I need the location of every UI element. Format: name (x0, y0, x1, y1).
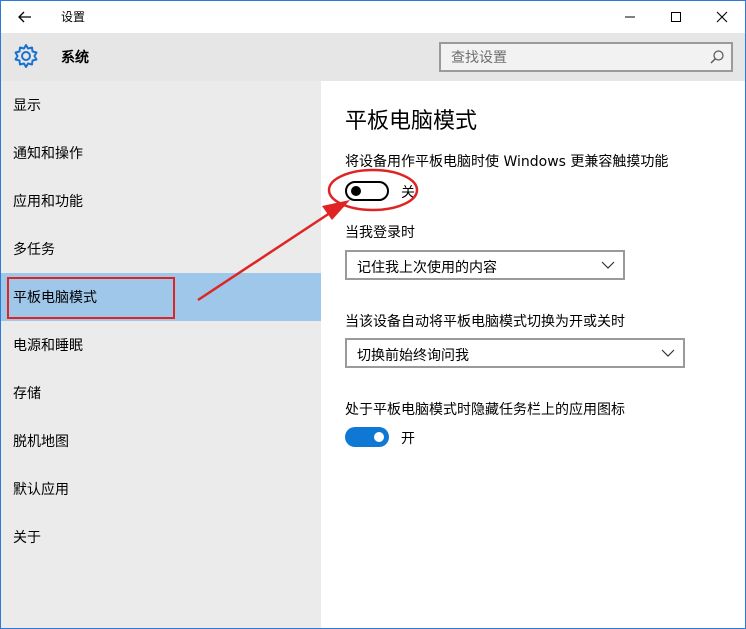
switch-dropdown-value: 切换前始终询问我 (357, 348, 469, 364)
sidebar-item-label: 关于 (13, 530, 41, 546)
annotation-highlight-box (7, 277, 175, 319)
hide-icons-setting-label: 处于平板电脑模式时隐藏任务栏上的应用图标 (345, 402, 625, 418)
sidebar-item-storage[interactable]: 存储 (1, 369, 321, 417)
settings-window: 设置 系统 显示 通知和操作 应用和功能 (0, 0, 746, 629)
signin-setting-label: 当我登录时 (345, 225, 415, 241)
chevron-down-icon (601, 261, 615, 269)
sidebar-item-offline-maps[interactable]: 脱机地图 (1, 417, 321, 465)
window-title: 设置 (61, 10, 86, 24)
chevron-down-icon (661, 349, 675, 357)
switch-setting-label: 当该设备自动将平板电脑模式切换为开或关时 (345, 314, 625, 330)
main-content: 平板电脑模式 将设备用作平板电脑时使 Windows 更兼容触摸功能 关 当我登… (321, 81, 745, 628)
minimize-button[interactable] (607, 1, 653, 33)
sidebar: 显示 通知和操作 应用和功能 多任务 平板电脑模式 电源和睡眠 存储 脱机地图 … (1, 81, 321, 628)
back-button[interactable] (13, 5, 37, 29)
touch-toggle[interactable] (345, 181, 389, 201)
sidebar-item-label: 电源和睡眠 (13, 338, 83, 354)
sidebar-item-label: 应用和功能 (13, 194, 83, 210)
switch-dropdown[interactable]: 切换前始终询问我 (345, 338, 685, 368)
sidebar-item-notifications[interactable]: 通知和操作 (1, 129, 321, 177)
toggle-knob (351, 186, 361, 196)
touch-setting-label: 将设备用作平板电脑时使 Windows 更兼容触摸功能 (345, 154, 669, 170)
maximize-button[interactable] (653, 1, 699, 33)
minimize-icon (625, 16, 635, 18)
sidebar-item-multitasking[interactable]: 多任务 (1, 225, 321, 273)
search-box[interactable] (439, 42, 733, 72)
signin-dropdown-value: 记住我上次使用的内容 (357, 260, 497, 276)
sidebar-item-default-apps[interactable]: 默认应用 (1, 465, 321, 513)
signin-dropdown[interactable]: 记住我上次使用的内容 (345, 250, 625, 280)
close-button[interactable] (699, 1, 745, 33)
sidebar-item-label: 脱机地图 (13, 434, 69, 450)
search-icon[interactable] (709, 49, 725, 65)
hide-icons-toggle-state: 开 (401, 431, 415, 447)
gear-icon (14, 44, 38, 68)
title-bar: 设置 (1, 1, 745, 33)
touch-toggle-state: 关 (401, 185, 415, 201)
sidebar-item-display[interactable]: 显示 (1, 81, 321, 129)
sidebar-item-power-sleep[interactable]: 电源和睡眠 (1, 321, 321, 369)
search-input[interactable] (451, 48, 701, 68)
toggle-knob (374, 432, 384, 442)
maximize-icon (671, 12, 681, 22)
close-icon (716, 11, 728, 23)
sidebar-item-label: 多任务 (13, 242, 55, 258)
header-bar: 系统 (1, 33, 745, 81)
sidebar-item-label: 显示 (13, 98, 41, 114)
hide-icons-toggle[interactable] (345, 427, 389, 447)
section-title: 系统 (61, 50, 89, 66)
sidebar-item-about[interactable]: 关于 (1, 513, 321, 561)
back-arrow-icon (18, 11, 31, 23)
sidebar-item-label: 存储 (13, 386, 41, 402)
sidebar-item-label: 通知和操作 (13, 146, 83, 162)
sidebar-item-apps-features[interactable]: 应用和功能 (1, 177, 321, 225)
sidebar-item-label: 默认应用 (13, 482, 69, 498)
page-title: 平板电脑模式 (345, 109, 478, 134)
